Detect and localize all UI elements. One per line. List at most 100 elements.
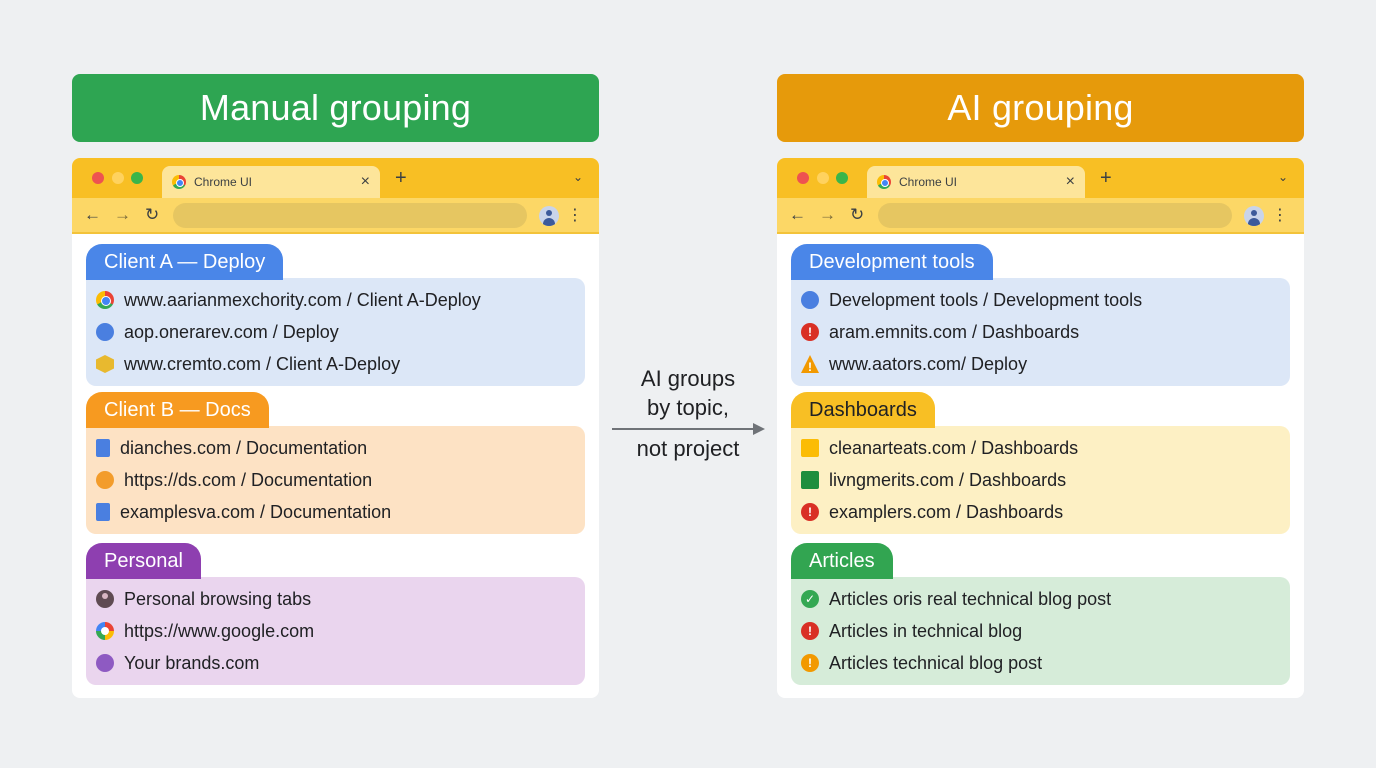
back-arrow-icon[interactable]: ← [789, 205, 806, 225]
tab-item-label: www.cremto.com / Client A-Deploy [124, 353, 401, 374]
tab-title: Chrome UI [899, 175, 958, 189]
more-menu-icon[interactable]: ⋮ [567, 205, 583, 225]
transition-caption: AI groups by topic, [612, 364, 764, 422]
manual-grouping-title: Manual grouping [72, 74, 599, 142]
tab-group-list: Development tools / Development tools ! a… [791, 278, 1290, 386]
tab-group-label[interactable]: Dashboards [791, 392, 935, 428]
tab-group-list: www.aarianmexchority.com / Client A-Depl… [86, 278, 585, 386]
browser-window: Chrome UI × + ⌄ ← → ↻ ⋮ Client A — Deplo… [72, 158, 599, 698]
devtools-icon [801, 291, 819, 309]
close-icon[interactable]: × [361, 174, 370, 190]
tab-item[interactable]: ! www.aators.com/ Deploy [791, 348, 1290, 380]
profile-avatar-icon[interactable] [539, 206, 559, 226]
tab-group-list: ✓ Articles oris real technical blog post … [791, 577, 1290, 685]
transition-arrow [612, 428, 756, 430]
tab-item[interactable]: dianches.com / Documentation [86, 432, 585, 464]
maximize-window-dot[interactable] [836, 172, 848, 184]
tab-item-label: examplers.com / Dashboards [829, 501, 1064, 522]
error-icon: ! [801, 622, 819, 640]
globe-icon [96, 471, 114, 489]
minimize-window-dot[interactable] [817, 172, 829, 184]
close-icon[interactable]: × [1066, 174, 1075, 190]
package-icon [96, 355, 114, 373]
tab-item[interactable]: aop.onerarev.com / Deploy [86, 316, 585, 348]
ai-grouping-panel: AI grouping Chrome UI × + ⌄ ← → ↻ ⋮ Deve… [777, 74, 1304, 698]
tab-item[interactable]: www.aarianmexchority.com / Client A-Depl… [86, 284, 585, 316]
browser-tab[interactable]: Chrome UI × [867, 166, 1085, 198]
tab-item[interactable]: ! examplers.com / Dashboards [791, 496, 1290, 528]
chevron-down-icon[interactable]: ⌄ [1278, 170, 1288, 184]
tab-item-label: www.aators.com/ Deploy [829, 353, 1028, 374]
forward-arrow-icon[interactable]: → [819, 205, 836, 225]
minimize-window-dot[interactable] [112, 172, 124, 184]
google-icon [96, 622, 114, 640]
tab-item[interactable]: ! Articles in technical blog [791, 615, 1290, 647]
tab-item[interactable]: www.cremto.com / Client A-Deploy [86, 348, 585, 380]
tab-item[interactable]: Your brands.com [86, 647, 585, 679]
more-menu-icon[interactable]: ⋮ [1272, 205, 1288, 225]
chevron-down-icon[interactable]: ⌄ [573, 170, 583, 184]
tab-item[interactable]: ✓ Articles oris real technical blog post [791, 583, 1290, 615]
tab-group-label[interactable]: Articles [791, 543, 893, 579]
tab-group-list: dianches.com / Documentation https://ds.… [86, 426, 585, 534]
manual-grouping-panel: Manual grouping Chrome UI × + ⌄ ← → ↻ ⋮ … [72, 74, 599, 698]
document-icon [96, 503, 110, 521]
tab-item[interactable]: cleanarteats.com / Dashboards [791, 432, 1290, 464]
tab-strip: Chrome UI × + ⌄ [777, 158, 1304, 198]
tab-group-list: Personal browsing tabs https://www.googl… [86, 577, 585, 685]
tab-item-label: Your brands.com [124, 652, 260, 673]
new-tab-button[interactable]: + [395, 167, 407, 190]
alert-icon: ! [801, 654, 819, 672]
chrome-icon [172, 175, 186, 189]
tab-item-label: Articles in technical blog [829, 620, 1023, 641]
browser-toolbar: ← → ↻ ⋮ [72, 198, 599, 234]
chrome-icon [96, 291, 114, 309]
reload-icon[interactable]: ↻ [850, 205, 864, 225]
tab-item-label: Personal browsing tabs [124, 588, 312, 609]
reload-icon[interactable]: ↻ [145, 205, 159, 225]
close-window-dot[interactable] [92, 172, 104, 184]
tab-group-label[interactable]: Development tools [791, 244, 993, 280]
tab-title: Chrome UI [194, 175, 253, 189]
back-arrow-icon[interactable]: ← [84, 205, 101, 225]
tab-item-label: Development tools / Development tools [829, 289, 1143, 310]
tab-item-label: livngmerits.com / Dashboards [829, 469, 1067, 490]
tab-item-label: aram.emnits.com / Dashboards [829, 321, 1080, 342]
tab-group-personal: Personal Personal browsing tabs https://… [86, 543, 585, 685]
chrome-icon [877, 175, 891, 189]
profile-avatar-icon[interactable] [1244, 206, 1264, 226]
globe-icon [96, 323, 114, 341]
browser-toolbar: ← → ↻ ⋮ [777, 198, 1304, 234]
browser-tab[interactable]: Chrome UI × [162, 166, 380, 198]
tab-item[interactable]: Personal browsing tabs [86, 583, 585, 615]
tab-item[interactable]: https://www.google.com [86, 615, 585, 647]
tab-group-label[interactable]: Client B — Docs [86, 392, 269, 428]
new-tab-button[interactable]: + [1100, 167, 1112, 190]
caption-line: by topic, [647, 395, 729, 420]
tab-item-label: cleanarteats.com / Dashboards [829, 437, 1079, 458]
tab-item[interactable]: Development tools / Development tools [791, 284, 1290, 316]
address-bar[interactable] [878, 203, 1232, 228]
ai-grouping-title: AI grouping [777, 74, 1304, 142]
tab-item[interactable]: ! aram.emnits.com / Dashboards [791, 316, 1290, 348]
caption-line: AI groups [640, 366, 736, 391]
tab-item[interactable]: livngmerits.com / Dashboards [791, 464, 1290, 496]
tab-group-articles: Articles ✓ Articles oris real technical b… [791, 543, 1290, 685]
tab-item-label: Articles technical blog post [829, 652, 1043, 673]
close-window-dot[interactable] [797, 172, 809, 184]
tab-group-label[interactable]: Personal [86, 543, 201, 579]
maximize-window-dot[interactable] [131, 172, 143, 184]
chart-icon [801, 439, 819, 457]
tab-item[interactable]: examplesva.com / Documentation [86, 496, 585, 528]
browser-window: Chrome UI × + ⌄ ← → ↻ ⋮ Development tool… [777, 158, 1304, 698]
address-bar[interactable] [173, 203, 527, 228]
tab-group-dashboards: Dashboards cleanarteats.com / Dashboards… [791, 392, 1290, 534]
tab-item-label: https://ds.com / Documentation [124, 469, 373, 490]
tab-item-label: https://www.google.com [124, 620, 315, 641]
tab-item-label: www.aarianmexchority.com / Client A-Depl… [124, 289, 481, 310]
tab-item[interactable]: https://ds.com / Documentation [86, 464, 585, 496]
forward-arrow-icon[interactable]: → [114, 205, 131, 225]
caption-line: not project [636, 436, 740, 461]
tab-group-label[interactable]: Client A — Deploy [86, 244, 284, 280]
tab-item[interactable]: ! Articles technical blog post [791, 647, 1290, 679]
